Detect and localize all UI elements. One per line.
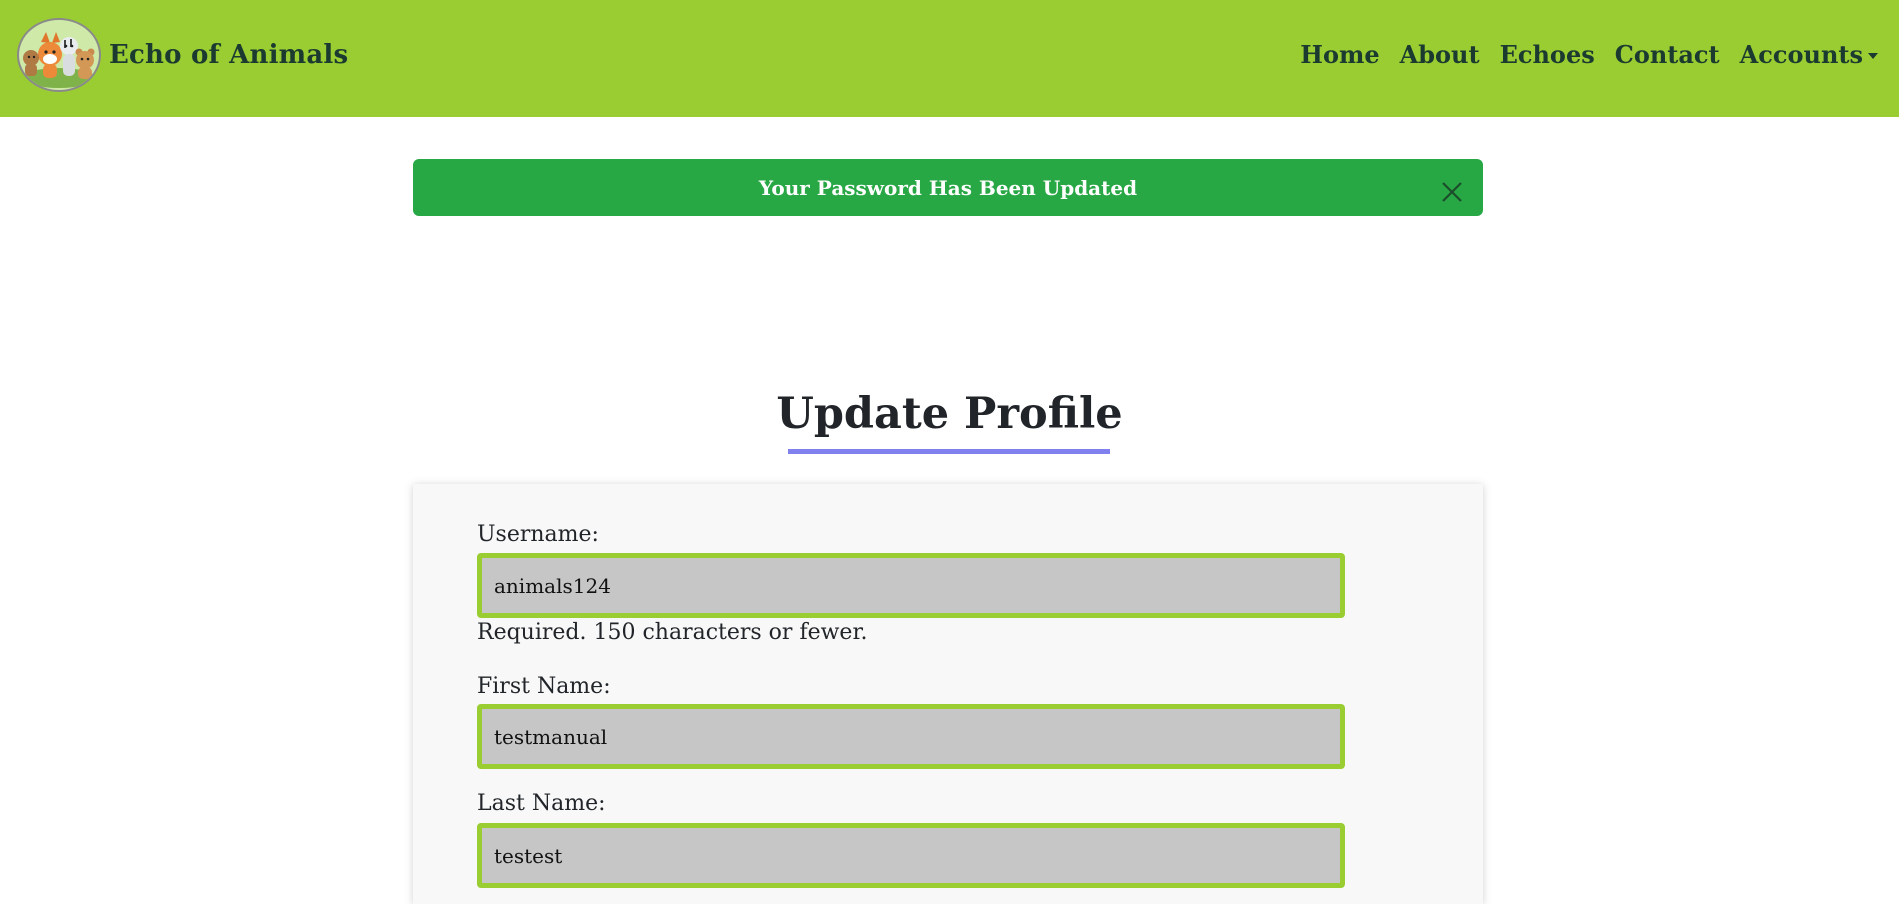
- nav-accounts-dropdown[interactable]: Accounts: [1740, 40, 1878, 69]
- first-name-label: First Name:: [477, 674, 611, 699]
- username-help-text: Required. 150 characters or fewer.: [477, 620, 868, 645]
- nav-menu: Home About Echoes Contact Accounts: [1280, 40, 1878, 69]
- nav-contact-link[interactable]: Contact: [1615, 40, 1720, 69]
- caret-down-icon: [1868, 53, 1878, 59]
- close-icon[interactable]: [1439, 179, 1465, 205]
- username-input[interactable]: [477, 553, 1345, 618]
- nav-home-link[interactable]: Home: [1300, 40, 1379, 69]
- page-title: Update Profile: [776, 389, 1123, 439]
- success-alert: Your Password Has Been Updated: [413, 159, 1483, 216]
- nav-accounts-label: Accounts: [1739, 40, 1863, 69]
- alert-message: Your Password Has Been Updated: [758, 176, 1138, 200]
- title-underline: [788, 449, 1110, 454]
- first-name-input[interactable]: [477, 704, 1345, 769]
- brand-name: Echo of Animals: [109, 40, 349, 70]
- username-label: Username:: [477, 522, 599, 547]
- nav-about-link[interactable]: About: [1400, 40, 1480, 69]
- animal-friends-logo-icon: [17, 18, 101, 92]
- last-name-input[interactable]: [477, 823, 1345, 888]
- brand-link[interactable]: Echo of Animals: [17, 17, 348, 93]
- profile-form-card: Username: Required. 150 characters or fe…: [413, 484, 1483, 904]
- navbar: Echo of Animals Home About Echoes Contac…: [0, 0, 1899, 117]
- last-name-label: Last Name:: [477, 791, 606, 816]
- nav-echoes-link[interactable]: Echoes: [1500, 40, 1595, 69]
